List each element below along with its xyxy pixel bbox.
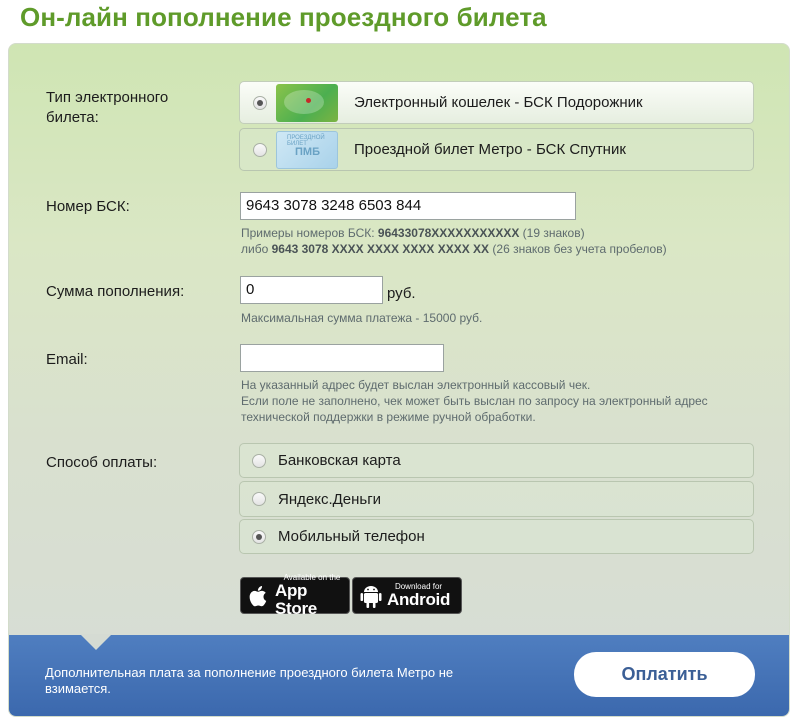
email-hint-line2: Если поле не заполнено, чек может быть в… <box>241 394 708 408</box>
android-icon <box>360 583 382 609</box>
payment-radio-mobile-phone[interactable] <box>252 529 266 544</box>
footer-note: Дополнительная плата за пополнение проез… <box>45 665 454 696</box>
android-big-text: Android <box>387 590 451 609</box>
card-number-label: Номер БСК: <box>46 198 130 215</box>
ticket-option-sputnik[interactable]: ПРОЕЗДНОЙ БИЛЕТ ПМБ Проездной билет Метр… <box>239 128 754 171</box>
payment-option-bank-card[interactable]: Банковская карта <box>239 443 754 478</box>
card-number-example2-suffix: (26 знаков без учета пробелов) <box>489 242 667 256</box>
card-number-hint-or: либо <box>241 242 272 256</box>
app-store-badge[interactable]: Available on the App Store <box>240 573 350 618</box>
app-store-big-text: App Store <box>275 581 317 618</box>
card-number-hint-line2: либо 9643 3078 XXXX XXXX XXXX XXXX XX (2… <box>241 241 667 257</box>
android-badge[interactable]: Download for Android <box>352 577 462 614</box>
ticket-option-label: Электронный кошелек - БСК Подорожник <box>354 94 643 111</box>
ticket-option-label: Проездной билет Метро - БСК Спутник <box>354 141 626 158</box>
podorozhnik-card-icon <box>276 83 338 122</box>
card-number-example1-suffix: (19 знаков) <box>519 226 585 240</box>
payment-radio-bank-card[interactable] <box>252 453 266 468</box>
page-title: Он-лайн пополнение проездного билета <box>20 2 547 32</box>
email-label: Email: <box>46 351 88 368</box>
card-number-input[interactable]: 9643 3078 3248 6503 844 <box>240 192 576 220</box>
card-number-hint-line1: Примеры номеров БСК: 96433078XXXXXXXXXXX… <box>241 225 585 241</box>
payment-option-label: Мобильный телефон <box>278 528 425 545</box>
form-footer: Дополнительная плата за пополнение проез… <box>9 634 789 716</box>
payment-option-yandex-money[interactable]: Яндекс.Деньги <box>239 481 754 517</box>
apple-icon <box>248 583 270 609</box>
app-store-text: Available on the App Store <box>275 573 349 618</box>
sputnik-card-icon: ПРОЕЗДНОЙ БИЛЕТ ПМБ <box>276 130 338 169</box>
payment-option-label: Банковская карта <box>278 452 401 469</box>
payment-option-label: Яндекс.Деньги <box>278 490 382 508</box>
card-number-example1: 96433078XXXXXXXXXXX <box>377 226 520 240</box>
sputnik-card-text: ПМБ <box>295 145 320 158</box>
payment-option-mobile-phone[interactable]: Мобильный телефон <box>239 519 754 554</box>
card-number-example2: 9643 3078 XXXX XXXX XXXX XXXX XX <box>271 242 490 256</box>
amount-unit: руб. <box>387 285 416 302</box>
pay-button[interactable]: Оплатить <box>574 652 755 697</box>
amount-hint: Максимальная сумма платежа - 15000 руб. <box>241 311 483 325</box>
android-text: Download for Android <box>387 582 450 609</box>
payment-radio-yandex-money[interactable] <box>252 492 266 506</box>
amount-label: Сумма пополнения: <box>46 283 185 300</box>
amount-input[interactable]: 0 <box>240 276 383 304</box>
ticket-radio-sputnik[interactable] <box>253 142 267 157</box>
ticket-type-label: Тип электронного билета: <box>46 89 169 126</box>
email-input[interactable] <box>240 344 444 372</box>
card-number-hint-prefix: Примеры номеров БСК: <box>241 226 378 240</box>
topup-form-panel: Тип электронного билета: Электронный кош… <box>8 43 790 717</box>
email-hint-line1: На указанный адрес будет выслан электрон… <box>241 378 591 392</box>
ticket-radio-podorozhnik[interactable] <box>253 95 267 110</box>
email-hint-line3: технической поддержки в режиме ручной об… <box>241 410 536 424</box>
ticket-option-podorozhnik[interactable]: Электронный кошелек - БСК Подорожник <box>239 81 754 124</box>
payment-method-label: Способ оплаты: <box>46 454 158 471</box>
footer-notch <box>80 634 112 650</box>
